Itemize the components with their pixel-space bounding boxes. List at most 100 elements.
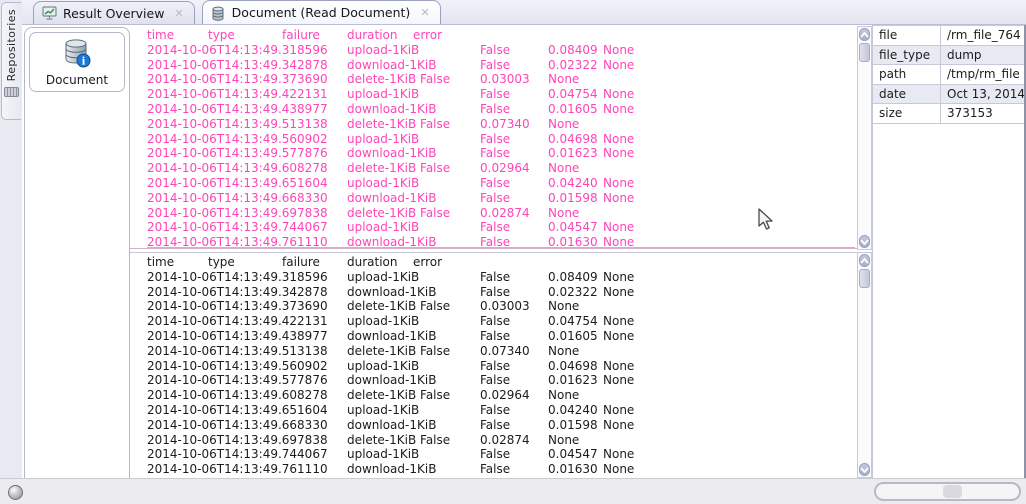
document-text-pane-selected[interactable]: timetypefailuredurationerror2014-10-06T1… [130,26,865,249]
text-cell: None [603,87,634,102]
metadata-value: /tmp/rm_file [941,65,1024,84]
text-cell: False [480,132,510,147]
text-cell: 0.02322 [548,285,598,300]
text-cell: 0.01623 [548,146,598,161]
metadata-table: file/rm_file_764file_typedumppath/tmp/rm… [873,25,1024,124]
text-cell: False [480,235,510,249]
document-data-line: 2014-10-06T14:13:49.651604upload-1KiBFal… [130,403,865,418]
tab-result-overview[interactable]: Result Overview✕ [33,1,195,24]
text-cell: error [413,28,442,43]
text-cell: upload-1KiB [347,359,419,374]
metadata-value: 373153 [941,104,1024,123]
text-cell: None [603,43,634,58]
text-cell: False [480,447,510,462]
text-cell: delete-1KiB False [347,299,450,314]
scrollbar-thumb[interactable] [859,269,870,288]
text-cell: 2014-10-06T14:13:49.342878 [147,285,328,300]
text-cell: 0.08409 [548,270,598,285]
text-cell: 2014-10-06T14:13:49.422131 [147,314,328,329]
text-cell: 2014-10-06T14:13:49.608278 [147,161,328,176]
text-cell: 0.04547 [548,447,598,462]
text-cell: None [548,299,579,314]
scrollbar-thumb[interactable] [859,43,870,62]
scroll-up-button[interactable] [859,28,870,41]
scroll-up-button[interactable] [859,254,870,267]
text-cell: 0.02874 [480,206,530,221]
text-cell: failure [282,28,320,43]
document-data-line: 2014-10-06T14:13:49.342878download-1KiBF… [130,58,865,73]
text-cell: download-1KiB [347,418,436,433]
text-cell: None [603,329,634,344]
text-cell: 0.03003 [480,72,530,87]
text-cell: None [603,146,634,161]
text-cell: None [603,220,634,235]
text-cell: None [603,176,634,191]
document-data-line: 2014-10-06T14:13:49.318596upload-1KiBFal… [130,270,865,285]
text-cell: 2014-10-06T14:13:49.577876 [147,373,328,388]
text-cell: upload-1KiB [347,270,419,285]
text-cell: False [480,270,510,285]
text-cell: 2014-10-06T14:13:49.438977 [147,102,328,117]
text-cell: time [147,255,174,270]
text-cell: 0.04240 [548,403,598,418]
text-cell: None [603,418,634,433]
result-display-area: i Document timetypefailuredurationerror2… [22,25,1026,478]
text-cell: upload-1KiB [347,447,419,462]
text-cell: False [480,43,510,58]
text-cell: 2014-10-06T14:13:49.651604 [147,176,328,191]
text-cell: upload-1KiB [347,176,419,191]
text-cell: None [603,191,634,206]
text-cell: 0.02322 [548,58,598,73]
text-cell: False [480,102,510,117]
text-cell: None [548,117,579,132]
text-cell: None [603,285,634,300]
text-cell: type [208,28,235,43]
metadata-key: date [873,85,941,104]
document-data-line: 2014-10-06T14:13:49.422131upload-1KiBFal… [130,314,865,329]
text-cell: None [603,359,634,374]
memory-gauge-segment [943,485,962,498]
text-cell: False [480,329,510,344]
text-cell: download-1KiB [347,191,436,206]
text-cell: 2014-10-06T14:13:49.513138 [147,117,328,132]
text-cell: None [603,447,634,462]
close-icon[interactable]: ✕ [174,8,183,19]
document-data-line: 2014-10-06T14:13:49.438977download-1KiBF… [130,329,865,344]
text-cell: 2014-10-06T14:13:49.373690 [147,72,328,87]
text-cell: 0.04754 [548,87,598,102]
memory-gauge [874,482,1021,501]
text-cell: 0.07340 [480,344,530,359]
scroll-down-button[interactable] [859,235,870,248]
text-cell: 0.01598 [548,191,598,206]
text-cell: 0.01605 [548,102,598,117]
text-cell: None [548,388,579,403]
app-window: { "tab_bar": { "tabs": [ { "label": "Res… [0,0,1026,504]
text-cell: 2014-10-06T14:13:49.608278 [147,388,328,403]
text-cell: False [480,191,510,206]
document-text-pane-plain[interactable]: timetypefailuredurationerror2014-10-06T1… [130,252,865,478]
scrollbar-top-pane[interactable] [857,26,872,250]
metadata-row-path: path/tmp/rm_file [873,65,1024,85]
repositories-label: Repositories [5,9,18,81]
text-cell: upload-1KiB [347,220,419,235]
text-cell: 2014-10-06T14:13:49.651604 [147,403,328,418]
document-data-line: 2014-10-06T14:13:49.560902upload-1KiBFal… [130,359,865,374]
metadata-value: Oct 13, 2014 [941,85,1024,104]
text-cell: download-1KiB [347,58,436,73]
document-data-line: 2014-10-06T14:13:49.608278delete-1KiB Fa… [130,388,865,403]
text-cell: 0.02964 [480,388,530,403]
renderer-card-document[interactable]: i Document [29,32,125,92]
repositories-vertical-tab[interactable]: Repositories [1,2,21,120]
text-cell: delete-1KiB False [347,72,450,87]
scroll-down-button[interactable] [859,463,870,476]
renderer-panel: i Document [24,27,130,478]
text-cell: 2014-10-06T14:13:49.697838 [147,433,328,448]
metadata-row-size: size373153 [873,104,1024,124]
text-cell: delete-1KiB False [347,344,450,359]
text-cell: None [603,235,634,249]
tab-document-read-document-[interactable]: Document (Read Document)✕ [202,0,441,24]
text-cell: delete-1KiB False [347,206,450,221]
scrollbar-bottom-pane[interactable] [857,252,872,478]
close-icon[interactable]: ✕ [420,7,429,18]
text-cell: 0.04547 [548,220,598,235]
